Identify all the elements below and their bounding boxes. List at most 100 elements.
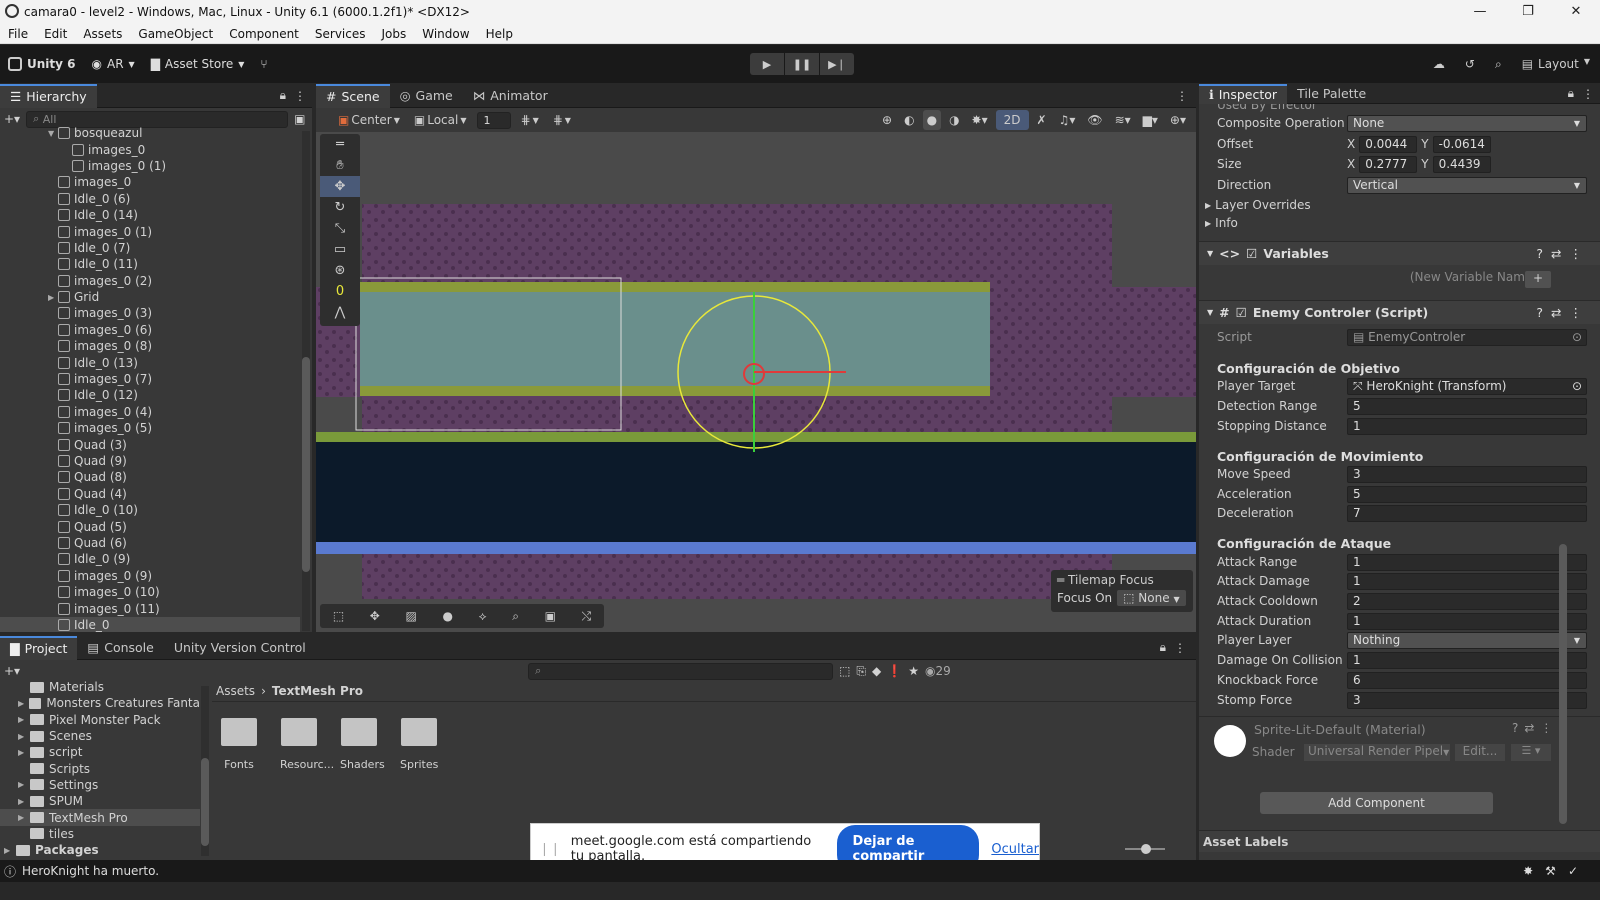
add-icon[interactable]: +▾ <box>4 664 20 678</box>
layout-dropdown[interactable]: ▤ Layout ▼ <box>1522 57 1590 71</box>
lock-icon[interactable]: 🔒︎ <box>1568 86 1574 101</box>
hierarchy-item[interactable]: Quad (3) <box>0 436 300 452</box>
scrollbar-thumb[interactable] <box>302 357 310 572</box>
hierarchy-item[interactable]: ▶ Grid <box>0 289 300 305</box>
status-icons[interactable]: ✸⚒✓ <box>1523 864 1590 878</box>
component-actions-icon[interactable]: ?⇄⋮ <box>1512 721 1558 735</box>
hierarchy-item[interactable]: Idle_0 (7) <box>0 240 300 256</box>
breadcrumb-textmesh-pro[interactable]: TextMesh Pro <box>272 684 363 698</box>
script-field[interactable]: ▤ EnemyControler ⊙ <box>1347 328 1587 346</box>
hierarchy-item[interactable]: images_0 (7) <box>0 371 300 387</box>
component-actions-icon[interactable]: ?⇄⋮ <box>1536 246 1590 261</box>
path-tool-icon[interactable]: ⋀ <box>320 302 360 323</box>
lighting-toggle-icon[interactable]: ✗ <box>1032 110 1051 130</box>
chevron-right-icon[interactable]: ▶ <box>18 780 30 789</box>
folder-sprites[interactable]: Sprites <box>400 718 438 771</box>
toggle-2d-button[interactable]: 2D <box>995 110 1029 130</box>
scene-viewport[interactable]: ═ ✋︎ ✥ ↻ ⤡ ▭ ⊛ 0 ⋀ ⬚ ✥ ▨ ● ⟡ ⌕ ▣ ⤭ ═ Til… <box>316 132 1196 632</box>
scale-tool-icon[interactable]: ⤡ <box>320 218 360 239</box>
gizmos-dropdown[interactable]: ⊕▾ <box>1165 110 1190 130</box>
folder-fonts[interactable]: Fonts <box>220 718 258 771</box>
project-tree-item[interactable]: ▶ script <box>0 744 200 760</box>
rect-tool-icon[interactable]: ▭ <box>320 239 360 260</box>
info-foldout[interactable]: ▶ Info <box>1205 214 1575 232</box>
chevron-right-icon[interactable]: ▶ <box>4 846 16 855</box>
project-tree-item[interactable]: tiles <box>0 826 200 842</box>
shader-dropdown[interactable]: Universal Render Pipel▼ <box>1304 744 1450 761</box>
project-tree-item[interactable]: Scripts <box>0 760 200 776</box>
box-fill-icon[interactable]: ● <box>442 609 452 623</box>
hierarchy-item[interactable]: images_0 (1) <box>0 223 300 239</box>
zoom-slider[interactable] <box>1125 844 1165 854</box>
ar-dropdown[interactable]: ◉ AR ▼ <box>84 57 143 71</box>
chevron-right-icon[interactable]: ▶ <box>18 797 30 806</box>
close-button[interactable]: ✕ <box>1552 0 1600 24</box>
hierarchy-item[interactable]: Quad (5) <box>0 518 300 534</box>
move-speed-field[interactable]: 3 <box>1347 465 1587 483</box>
attack-damage-field[interactable]: 1 <box>1347 572 1587 590</box>
breadcrumb-assets[interactable]: Assets <box>216 684 255 698</box>
hierarchy-item[interactable]: Idle_0 (9) <box>0 551 300 567</box>
cloud-icon[interactable]: ☁ <box>1433 57 1445 71</box>
unity-account-button[interactable]: Unity 6 <box>0 57 84 71</box>
select-tile-icon[interactable]: ⬚ <box>333 609 344 623</box>
menu-file[interactable]: File <box>0 27 36 41</box>
asset-labels-header[interactable]: Asset Labels <box>1199 830 1600 852</box>
menu-jobs[interactable]: Jobs <box>374 27 415 41</box>
minimize-button[interactable]: — <box>1456 0 1504 24</box>
deceleration-field[interactable]: 7 <box>1347 504 1587 522</box>
add-icon[interactable]: +▾ <box>4 112 20 126</box>
tab-console[interactable]: ▤ Console <box>77 636 163 660</box>
acceleration-field[interactable]: 5 <box>1347 485 1587 503</box>
chevron-right-icon[interactable]: ▶ <box>18 699 29 708</box>
attack-duration-field[interactable]: 1 <box>1347 612 1587 630</box>
add-variable-button[interactable]: + <box>1525 271 1551 288</box>
label-icon[interactable]: ◆ <box>872 664 881 678</box>
hierarchy-item[interactable]: Quad (8) <box>0 469 300 485</box>
size-y-field[interactable]: 0.4439 <box>1432 155 1491 173</box>
variables-header[interactable]: ▼ <> ☑ Variables ?⇄⋮ <box>1199 241 1600 265</box>
menu-services[interactable]: Services <box>307 27 374 41</box>
offset-y-field[interactable]: -0.0614 <box>1432 135 1491 153</box>
hierarchy-item[interactable]: images_0 <box>0 174 300 190</box>
tree-scrollbar[interactable] <box>201 686 209 856</box>
folder-shaders[interactable]: Shaders <box>340 718 385 771</box>
visibility-icon[interactable]: 👁︎ <box>1083 110 1107 130</box>
hierarchy-item[interactable]: Idle_0 <box>0 616 300 632</box>
hand-tool-icon[interactable]: ✋︎ <box>320 155 360 176</box>
favorite-icon[interactable]: ★ <box>908 664 919 678</box>
layer-overrides-foldout[interactable]: ▶ Layer Overrides <box>1205 196 1575 214</box>
tab-scene[interactable]: # Scene <box>316 83 390 108</box>
knockback-field[interactable]: 6 <box>1347 671 1587 689</box>
search-icon[interactable]: ⌕ <box>1495 57 1502 72</box>
project-tree-item[interactable]: ▶ Monsters Creatures Fanta <box>0 695 200 711</box>
folder-resources[interactable]: Resourc... <box>280 718 334 771</box>
hierarchy-item[interactable]: ▼ bosqueazul <box>0 125 300 141</box>
offset-x-field[interactable]: 0.0044 <box>1359 135 1418 153</box>
hierarchy-item[interactable]: images_0 (3) <box>0 305 300 321</box>
project-tree-item[interactable]: ▶ Pixel Monster Pack <box>0 712 200 728</box>
project-tree-item[interactable]: ▶ TextMesh Pro <box>0 809 200 826</box>
player-layer-dropdown[interactable]: Nothing ▼ <box>1347 631 1587 649</box>
hierarchy-item[interactable]: Idle_0 (11) <box>0 256 300 272</box>
menu-window[interactable]: Window <box>414 27 477 41</box>
object-picker-icon[interactable]: ⊙ <box>1572 379 1582 393</box>
camera-dropdown[interactable]: ▆▾ <box>1138 110 1162 130</box>
chevron-right-icon[interactable]: ▶ <box>18 732 30 741</box>
project-tree-item[interactable]: ▶ Packages <box>0 842 200 857</box>
inspector-scrollbar-thumb[interactable] <box>1559 544 1567 824</box>
pause-button[interactable]: ❚❚ <box>785 53 819 75</box>
enemy-controler-header[interactable]: ▼ # ☑ Enemy Controler (Script) ?⇄⋮ <box>1199 300 1600 324</box>
hierarchy-item[interactable]: Quad (6) <box>0 535 300 551</box>
menu-gameobject[interactable]: GameObject <box>130 27 221 41</box>
enabled-checkbox[interactable]: ☑ <box>1236 305 1247 320</box>
chevron-right-icon[interactable]: ▶ <box>48 293 58 302</box>
component-actions-icon[interactable]: ?⇄⋮ <box>1536 305 1590 320</box>
chevron-right-icon[interactable]: ▶ <box>18 748 30 757</box>
lock-icon[interactable]: 🔒︎ <box>1160 640 1166 655</box>
kebab-menu-icon[interactable]: ⋮ <box>1174 641 1186 655</box>
snap-dropdown[interactable]: ⋕ ▼ <box>516 110 543 130</box>
warning-filter-icon[interactable]: ❗ <box>887 664 902 678</box>
hierarchy-item[interactable]: Quad (9) <box>0 453 300 469</box>
status-message[interactable]: HeroKnight ha muerto. <box>22 864 159 878</box>
